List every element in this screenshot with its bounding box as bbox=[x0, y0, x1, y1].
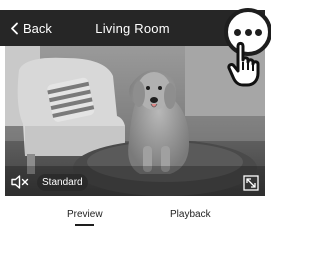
ellipsis-dot bbox=[244, 28, 252, 36]
tab-playback[interactable]: Playback bbox=[170, 209, 211, 220]
tab-preview[interactable]: Preview bbox=[67, 209, 103, 220]
active-tab-indicator bbox=[75, 224, 94, 226]
ellipsis-dot bbox=[254, 28, 262, 36]
app-screen: Back Living Room Standard Preview Playba… bbox=[0, 0, 271, 253]
hand-pointer-icon bbox=[227, 41, 260, 87]
fullscreen-icon[interactable] bbox=[243, 175, 259, 191]
ellipsis-icon bbox=[234, 28, 242, 36]
view-tabs: Preview Playback bbox=[5, 196, 265, 230]
speaker-muted-icon[interactable] bbox=[10, 174, 30, 190]
content-area bbox=[5, 230, 265, 253]
stream-quality-button[interactable]: Standard bbox=[37, 174, 88, 191]
